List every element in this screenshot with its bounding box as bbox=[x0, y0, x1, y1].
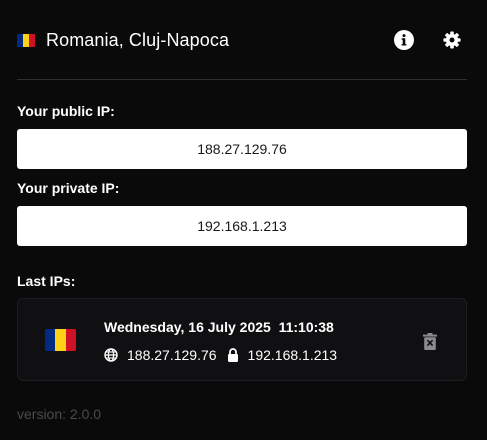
history-label: Last IPs: bbox=[17, 273, 76, 289]
public-ip-label: Your public IP: bbox=[17, 103, 115, 119]
app-window: Romania, Cluj-Napoca Your public IP: 188… bbox=[0, 0, 487, 440]
entry-date: Wednesday, 16 July 2025 bbox=[104, 319, 271, 335]
entry-private-ip: 192.168.1.213 bbox=[247, 347, 338, 363]
entry-ips: 188.27.129.76 192.168.1.213 bbox=[104, 347, 337, 363]
public-ip-field[interactable]: 188.27.129.76 bbox=[17, 129, 467, 169]
entry-public-ip: 188.27.129.76 bbox=[127, 347, 217, 363]
location-title: Romania, Cluj-Napoca bbox=[46, 29, 230, 50]
version-label: version: 2.0.0 bbox=[17, 406, 102, 422]
info-icon[interactable] bbox=[389, 25, 419, 55]
header-actions bbox=[389, 25, 469, 55]
private-ip-label: Your private IP: bbox=[17, 180, 120, 196]
romania-flag-icon bbox=[45, 329, 76, 351]
history-entry: Wednesday, 16 July 2025 11:10:38 188.27.… bbox=[17, 298, 467, 381]
entry-time: 11:10:38 bbox=[278, 319, 334, 335]
entry-timestamp: Wednesday, 16 July 2025 11:10:38 bbox=[104, 319, 334, 335]
gear-icon[interactable] bbox=[437, 25, 467, 55]
lock-icon bbox=[227, 348, 238, 362]
romania-flag-icon bbox=[17, 33, 35, 47]
private-ip-field[interactable]: 192.168.1.213 bbox=[17, 206, 467, 246]
globe-icon bbox=[104, 348, 118, 362]
header: Romania, Cluj-Napoca bbox=[17, 26, 469, 54]
delete-entry-icon[interactable] bbox=[421, 331, 439, 351]
header-divider bbox=[17, 79, 467, 80]
